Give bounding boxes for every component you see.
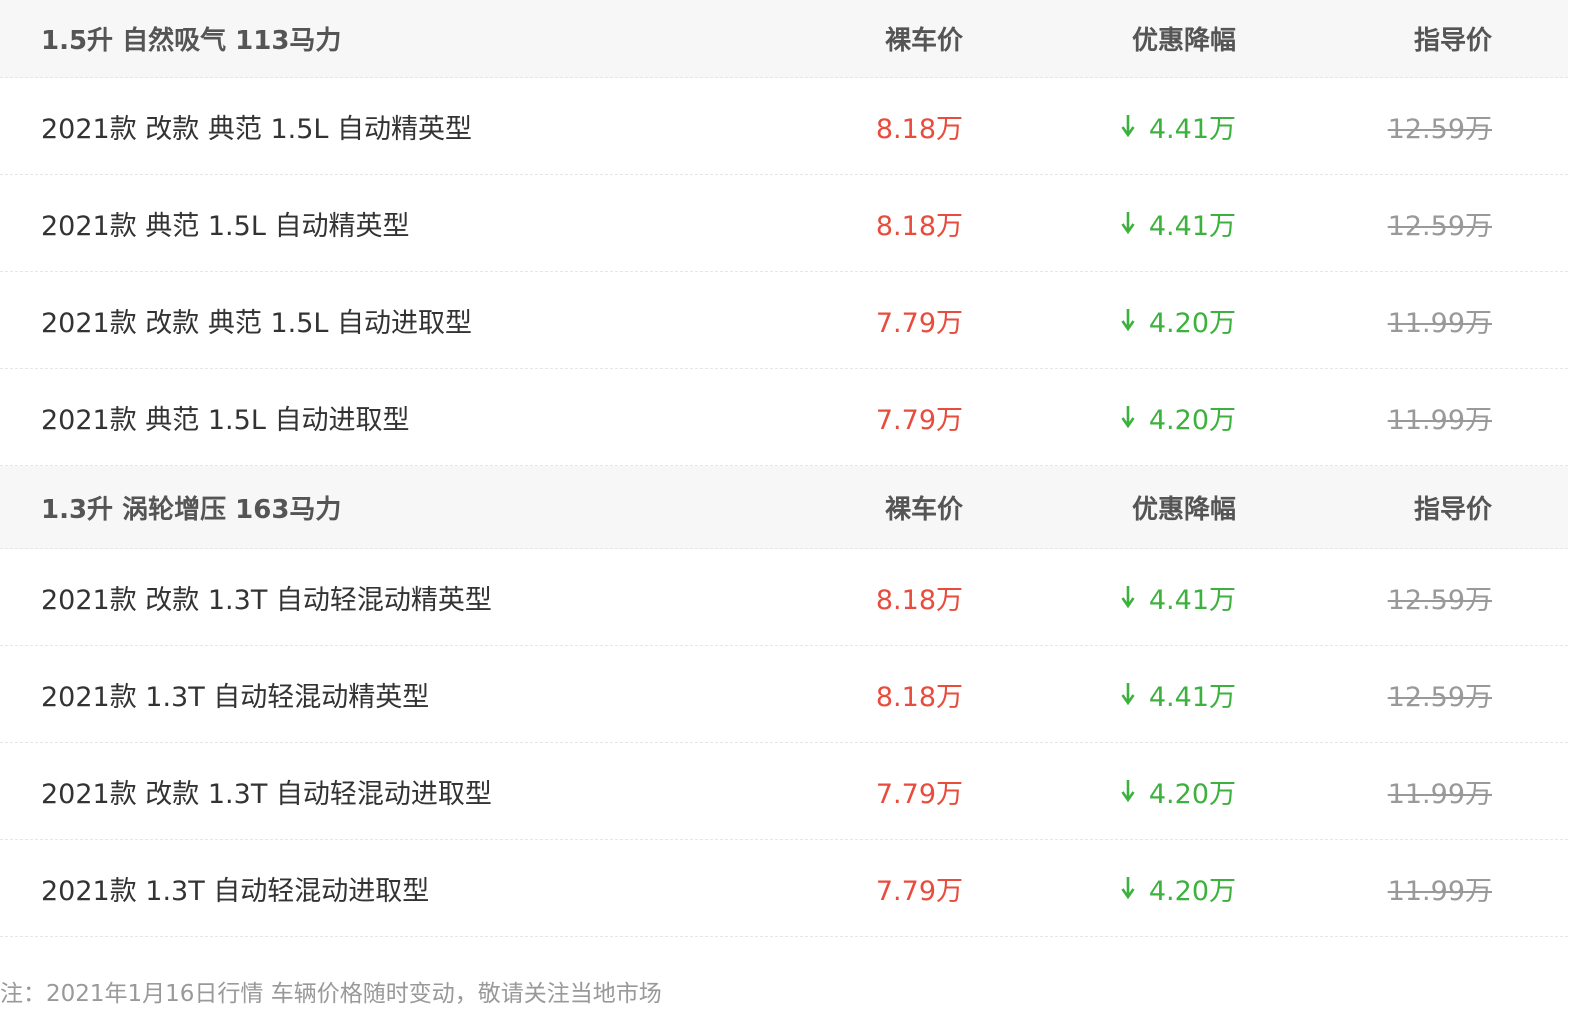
arrow-down-icon bbox=[1121, 114, 1135, 138]
model-name[interactable]: 2021款 1.3T 自动轻混动精英型 bbox=[41, 646, 429, 742]
price-drop: 4.20万 bbox=[1121, 272, 1236, 368]
price-drop-value: 4.41万 bbox=[1148, 584, 1236, 616]
bare-price: 7.79万 bbox=[875, 778, 963, 810]
col-header-drop: 优惠降幅 bbox=[1131, 494, 1236, 525]
price-drop: 4.41万 bbox=[1121, 549, 1236, 645]
model-name[interactable]: 2021款 改款 典范 1.5L 自动精英型 bbox=[41, 78, 472, 174]
price-drop: 4.41万 bbox=[1121, 78, 1236, 174]
price-drop-value: 4.41万 bbox=[1148, 681, 1236, 713]
price-drop: 4.20万 bbox=[1121, 840, 1236, 936]
price-drop: 4.41万 bbox=[1121, 175, 1236, 271]
price-drop-value: 4.20万 bbox=[1148, 875, 1236, 907]
model-name[interactable]: 2021款 改款 1.3T 自动轻混动进取型 bbox=[41, 743, 492, 839]
group-title: 1.3升 涡轮增压 163马力 bbox=[41, 494, 342, 525]
bare-price: 7.79万 bbox=[875, 404, 963, 436]
table-row[interactable]: 2021款 典范 1.5L 自动精英型 8.18万 4.41万 12.59万 bbox=[0, 175, 1568, 272]
guide-price: 11.99万 bbox=[1387, 875, 1492, 907]
bare-price: 8.18万 bbox=[875, 681, 963, 713]
price-drop: 4.20万 bbox=[1121, 369, 1236, 465]
arrow-down-icon bbox=[1121, 779, 1135, 803]
guide-price: 12.59万 bbox=[1387, 584, 1492, 616]
col-header-price: 裸车价 bbox=[884, 494, 963, 525]
guide-price: 12.59万 bbox=[1387, 681, 1492, 713]
col-header-drop: 优惠降幅 bbox=[1131, 26, 1236, 56]
group-header: 1.3升 涡轮增压 163马力 裸车价 优惠降幅 指导价 bbox=[0, 466, 1568, 549]
group-header: 1.5升 自然吸气 113马力 裸车价 优惠降幅 指导价 bbox=[0, 0, 1568, 78]
guide-price: 12.59万 bbox=[1387, 210, 1492, 242]
arrow-down-icon bbox=[1121, 405, 1135, 429]
arrow-down-icon bbox=[1121, 585, 1135, 609]
price-drop: 4.41万 bbox=[1121, 646, 1236, 742]
model-name[interactable]: 2021款 典范 1.5L 自动精英型 bbox=[41, 175, 409, 271]
price-table: 1.5升 自然吸气 113马力 裸车价 优惠降幅 指导价 2021款 改款 典范… bbox=[0, 0, 1568, 937]
bare-price: 7.79万 bbox=[875, 875, 963, 907]
col-header-guide: 指导价 bbox=[1413, 494, 1492, 525]
model-name[interactable]: 2021款 1.3T 自动轻混动进取型 bbox=[41, 840, 429, 936]
model-name[interactable]: 2021款 改款 典范 1.5L 自动进取型 bbox=[41, 272, 472, 368]
arrow-down-icon bbox=[1121, 211, 1135, 235]
bare-price: 8.18万 bbox=[875, 113, 963, 145]
col-header-price: 裸车价 bbox=[884, 26, 963, 56]
guide-price: 11.99万 bbox=[1387, 307, 1492, 339]
arrow-down-icon bbox=[1121, 308, 1135, 332]
price-drop-value: 4.41万 bbox=[1148, 210, 1236, 242]
guide-price: 11.99万 bbox=[1387, 778, 1492, 810]
group-title: 1.5升 自然吸气 113马力 bbox=[41, 26, 342, 56]
price-drop-value: 4.20万 bbox=[1148, 778, 1236, 810]
model-name[interactable]: 2021款 典范 1.5L 自动进取型 bbox=[41, 369, 409, 465]
footnote: 注：2021年1月16日行情 车辆价格随时变动，敬请关注当地市场 bbox=[0, 981, 662, 1007]
bare-price: 8.18万 bbox=[875, 210, 963, 242]
price-drop-value: 4.41万 bbox=[1148, 113, 1236, 145]
table-row[interactable]: 2021款 1.3T 自动轻混动进取型 7.79万 4.20万 11.99万 bbox=[0, 840, 1568, 937]
table-row[interactable]: 2021款 改款 典范 1.5L 自动精英型 8.18万 4.41万 12.59… bbox=[0, 78, 1568, 175]
model-name[interactable]: 2021款 改款 1.3T 自动轻混动精英型 bbox=[41, 549, 492, 645]
price-drop-value: 4.20万 bbox=[1148, 307, 1236, 339]
col-header-guide: 指导价 bbox=[1413, 26, 1492, 56]
price-drop: 4.20万 bbox=[1121, 743, 1236, 839]
arrow-down-icon bbox=[1121, 876, 1135, 900]
table-row[interactable]: 2021款 改款 典范 1.5L 自动进取型 7.79万 4.20万 11.99… bbox=[0, 272, 1568, 369]
guide-price: 12.59万 bbox=[1387, 113, 1492, 145]
price-drop-value: 4.20万 bbox=[1148, 404, 1236, 436]
table-row[interactable]: 2021款 改款 1.3T 自动轻混动进取型 7.79万 4.20万 11.99… bbox=[0, 743, 1568, 840]
table-row[interactable]: 2021款 典范 1.5L 自动进取型 7.79万 4.20万 11.99万 bbox=[0, 369, 1568, 466]
arrow-down-icon bbox=[1121, 682, 1135, 706]
table-row[interactable]: 2021款 改款 1.3T 自动轻混动精英型 8.18万 4.41万 12.59… bbox=[0, 549, 1568, 646]
bare-price: 7.79万 bbox=[875, 307, 963, 339]
bare-price: 8.18万 bbox=[875, 584, 963, 616]
table-row[interactable]: 2021款 1.3T 自动轻混动精英型 8.18万 4.41万 12.59万 bbox=[0, 646, 1568, 743]
guide-price: 11.99万 bbox=[1387, 404, 1492, 436]
